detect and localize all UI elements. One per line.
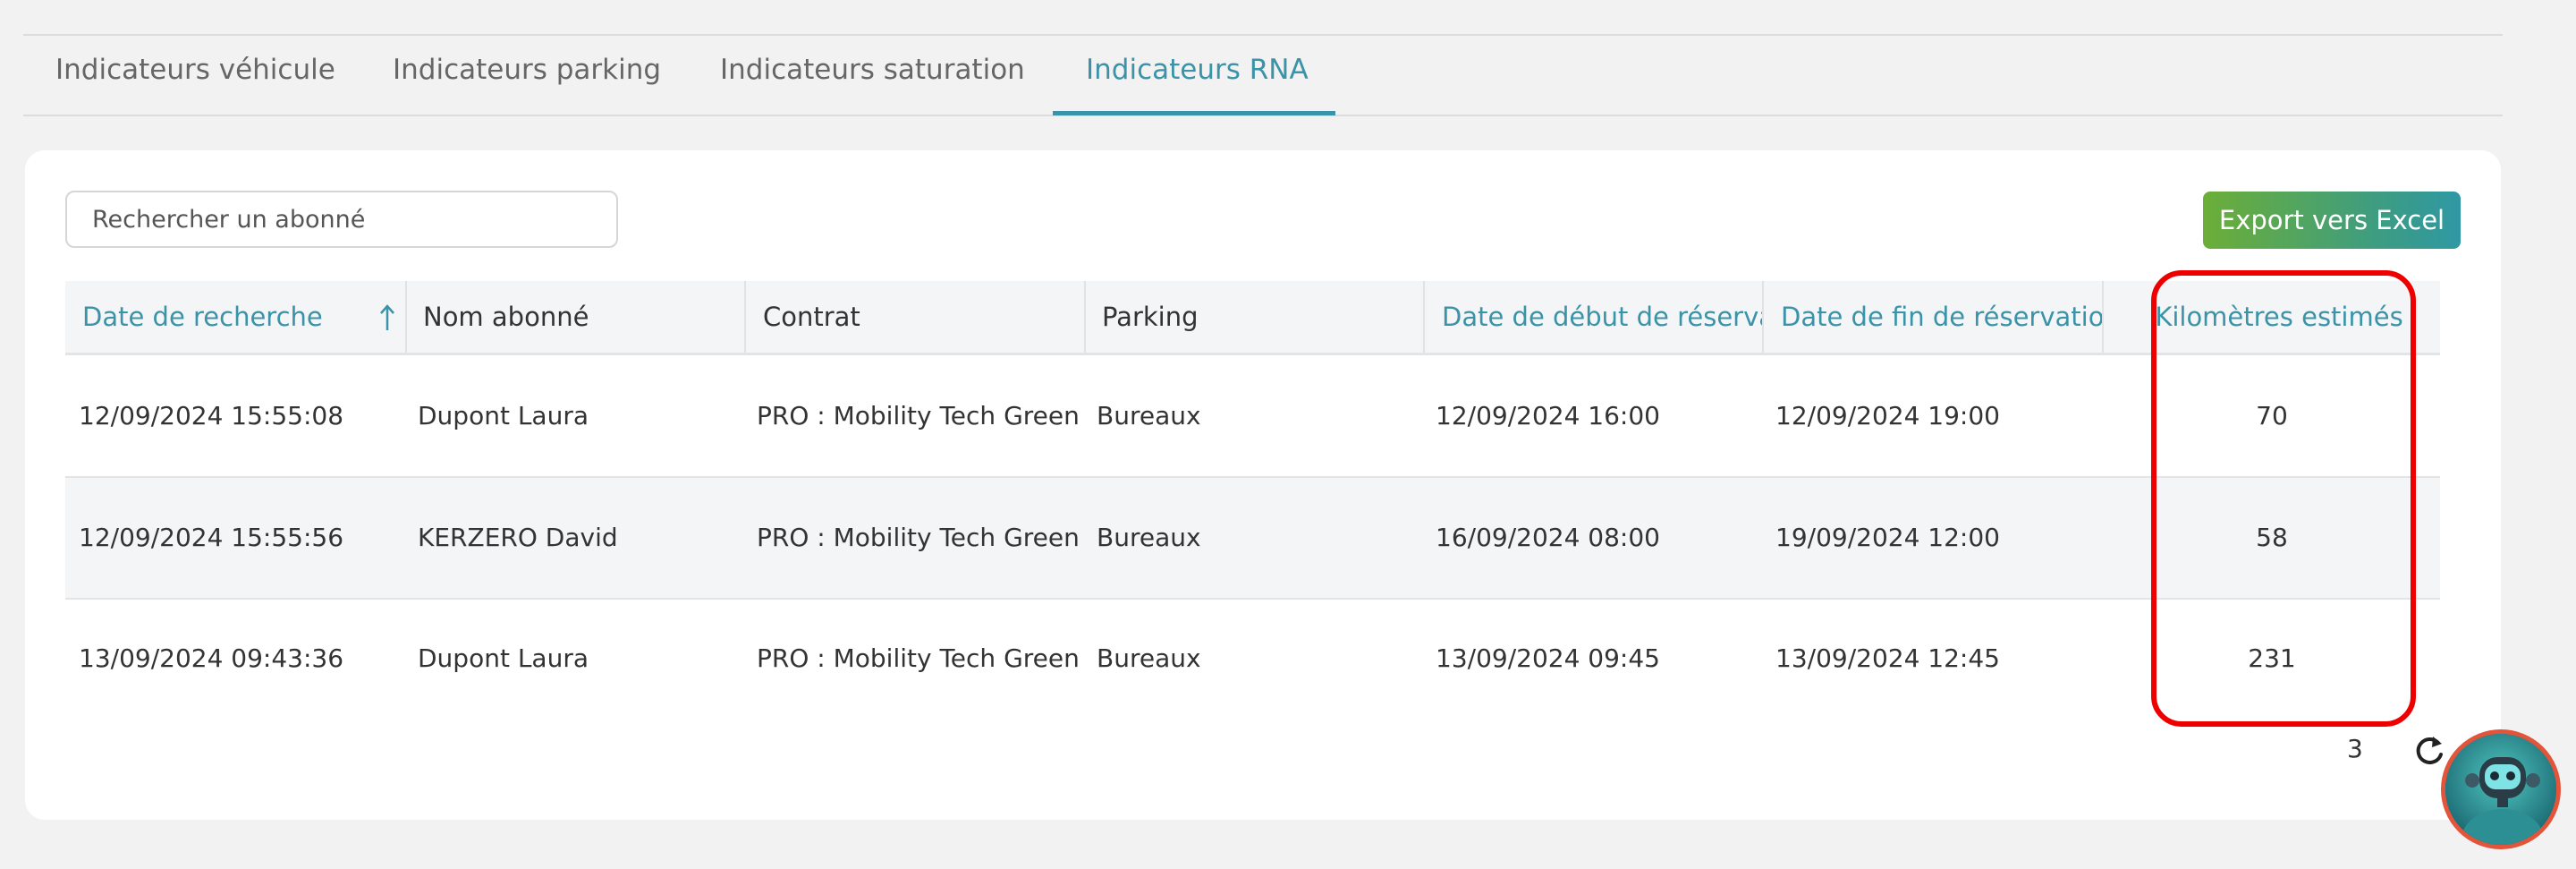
cell-date-debut: 16/09/2024 08:00: [1436, 523, 1660, 552]
cell-date-fin: 12/09/2024 19:00: [1775, 401, 2000, 430]
column-divider[interactable]: [1762, 281, 1764, 353]
cell-kilometres: 58: [2256, 523, 2288, 552]
cell-nom-abonne: KERZERO David: [418, 523, 618, 552]
tab-indicateurs-vehicule[interactable]: Indicateurs véhicule: [55, 54, 335, 86]
cell-contrat: PRO : Mobility Tech Green: [757, 523, 1080, 552]
column-header-kilometres[interactable]: Kilomètres estimés: [2123, 281, 2436, 353]
export-excel-button[interactable]: Export vers Excel: [2203, 192, 2461, 249]
table-row[interactable]: 12/09/2024 15:55:08 Dupont Laura PRO : M…: [65, 356, 2440, 478]
arrow-up-icon[interactable]: [379, 303, 395, 336]
table-header: Date de recherche Nom abonné Contrat Par…: [65, 281, 2440, 355]
tab-indicateurs-saturation[interactable]: Indicateurs saturation: [720, 54, 1025, 86]
cell-kilometres: 70: [2256, 401, 2288, 430]
active-tab-indicator: [1053, 111, 1335, 115]
cell-parking: Bureaux: [1097, 643, 1201, 673]
column-divider[interactable]: [744, 281, 746, 353]
cell-date-fin: 19/09/2024 12:00: [1775, 523, 2000, 552]
column-header-nom-abonne[interactable]: Nom abonné: [423, 281, 745, 353]
column-divider[interactable]: [1084, 281, 1086, 353]
cell-date-recherche: 12/09/2024 15:55:56: [79, 523, 344, 552]
cell-parking: Bureaux: [1097, 401, 1201, 430]
top-divider: [23, 34, 2503, 36]
cell-date-debut: 12/09/2024 16:00: [1436, 401, 1660, 430]
column-header-date-fin[interactable]: Date de fin de réservation: [1781, 281, 2103, 353]
table-row[interactable]: 12/09/2024 15:55:56 KERZERO David PRO : …: [65, 478, 2440, 600]
robot-avatar-icon[interactable]: [2441, 729, 2561, 849]
cell-date-debut: 13/09/2024 09:45: [1436, 643, 1660, 673]
row-count: 3: [2347, 734, 2363, 763]
column-header-date-recherche[interactable]: Date de recherche: [82, 281, 404, 353]
cell-date-recherche: 13/09/2024 09:43:36: [79, 643, 344, 673]
column-divider[interactable]: [405, 281, 407, 353]
cell-date-recherche: 12/09/2024 15:55:08: [79, 401, 344, 430]
search-input[interactable]: [65, 191, 618, 248]
cell-nom-abonne: Dupont Laura: [418, 401, 589, 430]
column-divider[interactable]: [2102, 281, 2104, 353]
column-header-parking[interactable]: Parking: [1102, 281, 1424, 353]
column-header-contrat[interactable]: Contrat: [763, 281, 1085, 353]
refresh-icon[interactable]: [2411, 733, 2447, 774]
cell-parking: Bureaux: [1097, 523, 1201, 552]
table-row[interactable]: 13/09/2024 09:43:36 Dupont Laura PRO : M…: [65, 599, 2440, 719]
cell-contrat: PRO : Mobility Tech Green: [757, 643, 1080, 673]
cell-date-fin: 13/09/2024 12:45: [1775, 643, 2000, 673]
cell-kilometres: 231: [2248, 643, 2296, 673]
column-header-date-debut[interactable]: Date de début de réservati: [1442, 281, 1762, 353]
cell-contrat: PRO : Mobility Tech Green: [757, 401, 1080, 430]
cell-nom-abonne: Dupont Laura: [418, 643, 589, 673]
tab-indicateurs-rna[interactable]: Indicateurs RNA: [1086, 54, 1309, 86]
column-divider[interactable]: [1423, 281, 1425, 353]
tab-indicateurs-parking[interactable]: Indicateurs parking: [393, 54, 661, 86]
